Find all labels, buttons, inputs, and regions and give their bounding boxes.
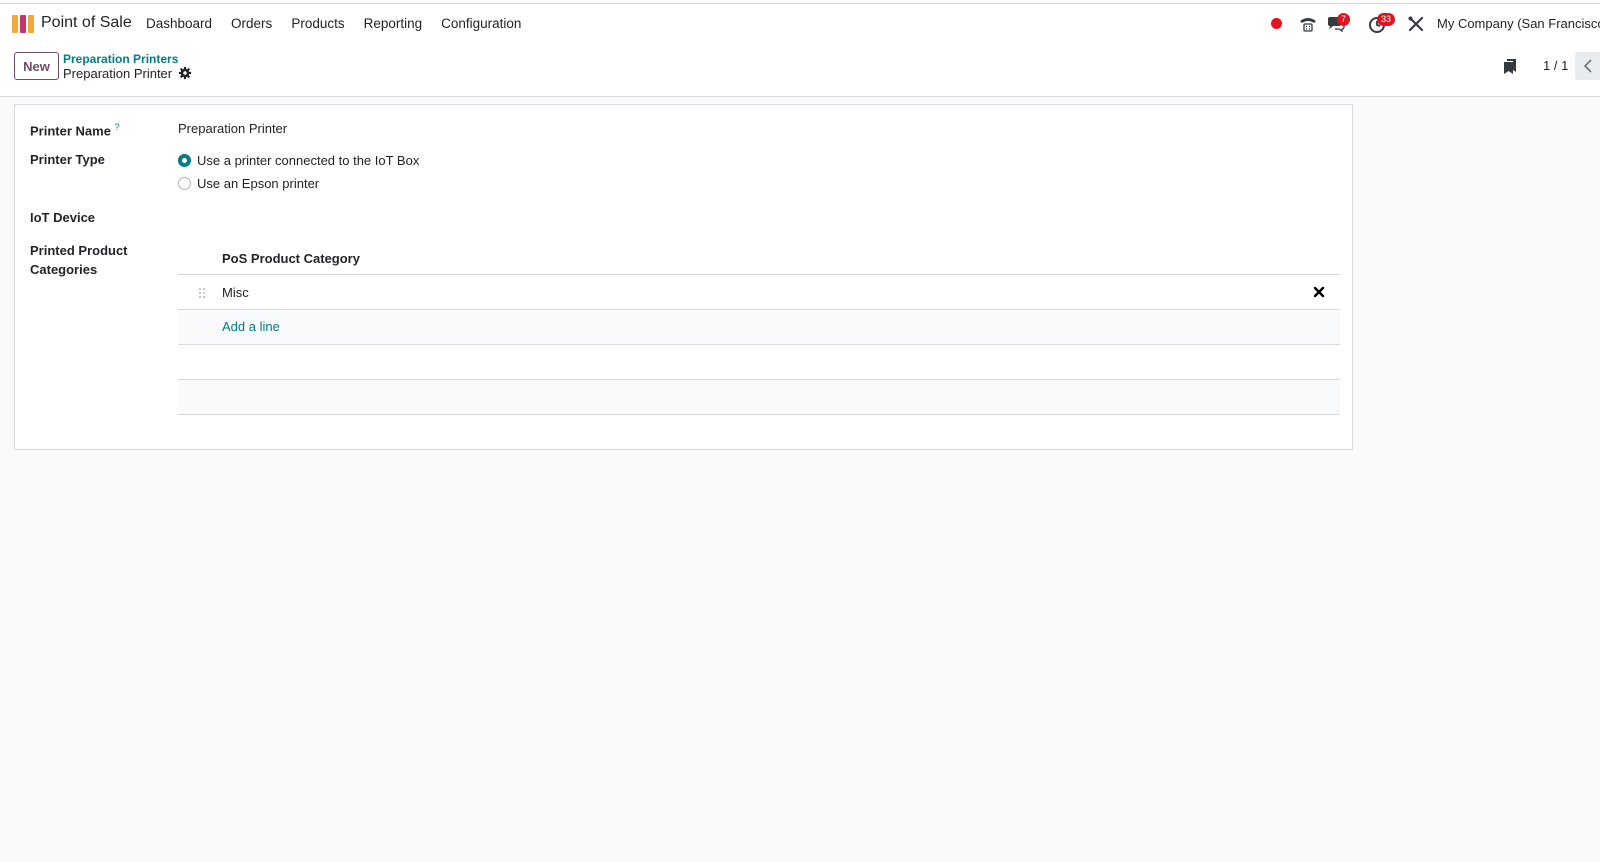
radio-unchecked-icon[interactable] [178,177,191,190]
category-cell[interactable]: Misc [222,285,249,300]
empty-row [178,380,1340,415]
delete-x-icon[interactable] [1312,285,1326,299]
main-navbar: Point of Sale Dashboard Orders Products … [0,4,1600,44]
company-switcher[interactable]: My Company (San Francisco) [1437,16,1600,31]
menu-configuration[interactable]: Configuration [441,16,521,31]
printer-type-option-iot[interactable]: Use a printer connected to the IoT Box [178,153,419,168]
radio-label-iot: Use a printer connected to the IoT Box [197,153,420,168]
tools-icon[interactable] [1406,14,1426,34]
printer-name-field[interactable]: Preparation Printer [178,121,287,136]
printer-name-help-icon[interactable]: ? [115,122,120,132]
printer-type-label: Printer Type [30,152,105,167]
activities-badge: 33 [1377,13,1396,26]
menu-reporting[interactable]: Reporting [364,16,423,31]
printer-name-label-text: Printer Name [30,123,111,139]
messages-badge: 7 [1337,13,1351,26]
menu-dashboard[interactable]: Dashboard [146,16,212,31]
iot-device-label: IoT Device [30,210,96,225]
column-header-category[interactable]: PoS Product Category [222,251,360,266]
printed-categories-label-line2: Categories [30,262,98,277]
table-header: PoS Product Category [178,242,1340,275]
gear-icon[interactable] [178,66,192,80]
radio-checked-icon[interactable] [178,154,191,167]
breadcrumb-current: Preparation Printer [63,66,173,81]
printed-categories-label-line1: Printed Product [30,243,128,258]
phone-icon[interactable] [1298,14,1318,34]
new-button[interactable]: New [14,52,59,80]
top-menu: Dashboard Orders Products Reporting Conf… [146,16,540,31]
categories-table: PoS Product Category Misc Add a line [178,242,1340,415]
pager-previous-button[interactable] [1575,52,1600,80]
menu-orders[interactable]: Orders [231,16,272,31]
breadcrumb-parent[interactable]: Preparation Printers [63,52,178,66]
control-panel: New Preparation Printers Preparation Pri… [0,44,1600,97]
app-name[interactable]: Point of Sale [41,14,132,32]
add-line-link[interactable]: Add a line [222,319,280,334]
radio-label-epson: Use an Epson printer [197,176,320,191]
printer-name-label: Printer Name ? [30,118,120,140]
chevron-left-icon [1583,59,1592,73]
menu-products[interactable]: Products [291,16,344,31]
add-line-row: Add a line [178,310,1340,345]
empty-row [178,345,1340,380]
drag-handle-icon[interactable] [198,287,206,299]
table-row[interactable]: Misc [178,275,1340,310]
printed-categories-label: Printed Product Categories [30,241,128,279]
printer-type-option-epson[interactable]: Use an Epson printer [178,176,319,191]
pager-value[interactable]: 1 / 1 [1543,58,1568,73]
record-dot-icon[interactable] [1271,18,1282,29]
bookmark-icon[interactable] [1503,58,1517,74]
app-logo-icon[interactable] [12,15,34,33]
form-sheet: Printer Name ? Preparation Printer Print… [14,104,1353,450]
